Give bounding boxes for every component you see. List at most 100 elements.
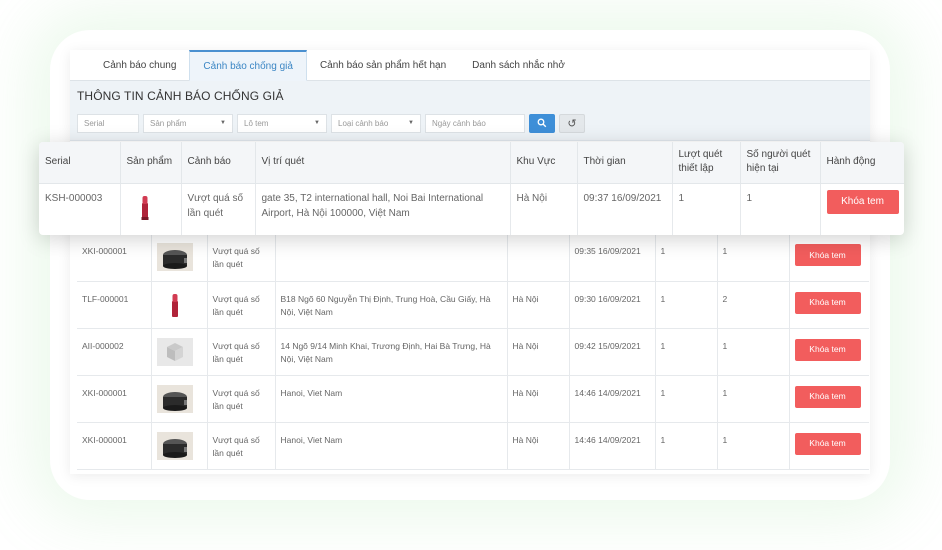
lipstick-icon bbox=[141, 195, 148, 220]
chevron-down-icon: ▼ bbox=[220, 120, 226, 126]
cell-region: Hà Nội bbox=[509, 183, 577, 235]
lock-tag-button[interactable]: Khóa tem bbox=[794, 338, 861, 361]
cell-warning: Vượt quá số lần quét bbox=[206, 375, 275, 423]
refresh-icon: ↺ bbox=[567, 117, 577, 130]
cell-region: Hà Nội bbox=[506, 375, 569, 423]
rice-cooker-icon bbox=[156, 431, 202, 460]
cell-action: Khóa tem bbox=[788, 234, 869, 282]
cell-product bbox=[150, 375, 207, 423]
cell-scanners: 1 bbox=[716, 375, 789, 423]
cell-region: Hà Nội bbox=[506, 422, 569, 470]
col-warning: Cảnh báo bbox=[180, 142, 255, 184]
lock-tag-button[interactable]: Khóa tem bbox=[794, 291, 861, 314]
col-time: Thời gian bbox=[576, 142, 672, 184]
cell-location: B18 Ngõ 60 Nguyễn Thị Định, Trung Hoà, C… bbox=[274, 281, 507, 329]
cell-warning: Vượt quá số lần quét bbox=[180, 183, 255, 235]
cell-warning: Vượt quá số lần quét bbox=[206, 328, 275, 376]
lock-tag-button[interactable]: Khóa tem bbox=[826, 189, 899, 214]
cell-location bbox=[274, 234, 507, 282]
cell-product bbox=[150, 422, 207, 470]
filter-bar: Serial Sản phẩm ▼ Lô tem ▼ Loại cảnh báo… bbox=[70, 111, 870, 135]
cell-action: Khóa tem bbox=[819, 183, 904, 235]
cell-time: 14:46 14/09/2021 bbox=[568, 422, 655, 470]
cell-action: Khóa tem bbox=[788, 422, 869, 470]
col-product: Sản phẩm bbox=[119, 142, 181, 184]
lock-tag-button[interactable]: Khóa tem bbox=[794, 432, 861, 455]
highlighted-row-card: Serial Sản phẩm Cảnh báo Vị trí quét Khu… bbox=[39, 142, 904, 235]
cell-location: Hanoi, Viet Nam bbox=[274, 375, 507, 423]
cell-location: Hanoi, Viet Nam bbox=[274, 422, 507, 470]
table-row: XKI-000001 Vượt quá số lần quét Hanoi, Vie… bbox=[77, 422, 869, 470]
tab-reminders[interactable]: Danh sách nhắc nhở bbox=[459, 50, 578, 81]
rice-cooker-icon bbox=[156, 384, 202, 413]
rice-cooker-icon bbox=[156, 243, 202, 271]
table-row-highlighted: KSH-000003 Vượt quá số lần quét gate 35,… bbox=[39, 183, 904, 235]
tab-general-warning[interactable]: Cảnh báo chung bbox=[90, 50, 189, 81]
table-row: XKI-000001 Vượt quá số lần quét 09:35 16/0… bbox=[77, 234, 869, 282]
cell-scanners: 1 bbox=[716, 422, 789, 470]
tab-bar: Cảnh báo chung Cảnh báo chống giả Cảnh b… bbox=[70, 50, 870, 81]
cell-product bbox=[150, 328, 207, 376]
product-placeholder: Sản phẩm bbox=[150, 118, 187, 128]
box-icon bbox=[156, 337, 202, 366]
chevron-down-icon: ▼ bbox=[314, 120, 320, 126]
table-header: Serial Sản phẩm Cảnh báo Vị trí quét Khu… bbox=[39, 142, 904, 184]
date-placeholder: Ngày cảnh báo bbox=[432, 118, 486, 128]
cell-time: 09:35 16/09/2021 bbox=[568, 234, 655, 282]
cell-product bbox=[150, 234, 207, 282]
cell-scanners: 1 bbox=[739, 183, 820, 235]
cell-location: 14 Ngõ 9/14 Minh Khai, Trương Định, Hai … bbox=[274, 328, 507, 376]
reset-button[interactable]: ↺ bbox=[559, 113, 585, 133]
cell-scan-limit: 1 bbox=[654, 375, 717, 423]
product-select[interactable]: Sản phẩm ▼ bbox=[143, 113, 233, 133]
table-row: XKI-000001 Vượt quá số lần quét Hanoi, Vie… bbox=[77, 375, 869, 423]
cell-time: 14:46 14/09/2021 bbox=[568, 375, 655, 423]
cell-warning: Vượt quá số lần quét bbox=[206, 281, 275, 329]
cell-scan-limit: 1 bbox=[671, 183, 740, 235]
cell-action: Khóa tem bbox=[788, 328, 869, 376]
page-title: THÔNG TIN CẢNH BÁO CHỐNG GIẢ bbox=[77, 89, 284, 103]
lock-tag-button[interactable]: Khóa tem bbox=[794, 385, 861, 408]
cell-scanners: 2 bbox=[716, 281, 789, 329]
col-scanners: Số người quét hiện tại bbox=[739, 142, 820, 184]
warning-type-select[interactable]: Loại cảnh báo ▼ bbox=[331, 113, 421, 133]
cell-time: 09:30 16/09/2021 bbox=[568, 281, 655, 329]
serial-placeholder: Serial bbox=[84, 118, 105, 128]
cell-action: Khóa tem bbox=[788, 375, 869, 423]
cell-scanners: 1 bbox=[716, 328, 789, 376]
table-row: TLF-000001 Vượt quá số lần quét B18 Ngõ 60… bbox=[77, 281, 869, 329]
cell-scan-limit: 1 bbox=[654, 234, 717, 282]
cell-serial: XKI-000001 bbox=[77, 422, 151, 470]
cell-region bbox=[506, 234, 569, 282]
cell-product bbox=[119, 183, 181, 235]
filter-section: THÔNG TIN CẢNH BÁO CHỐNG GIẢ Serial Sản … bbox=[70, 81, 870, 141]
lock-tag-button[interactable]: Khóa tem bbox=[794, 244, 861, 266]
cell-time: 09:42 15/09/2021 bbox=[568, 328, 655, 376]
cell-action: Khóa tem bbox=[788, 281, 869, 329]
cell-serial: TLF-000001 bbox=[77, 281, 151, 329]
cell-time: 09:37 16/09/2021 bbox=[576, 183, 672, 235]
col-location: Vị trí quét bbox=[254, 142, 510, 184]
cell-serial: XKI-000001 bbox=[77, 234, 151, 282]
search-button[interactable] bbox=[529, 113, 555, 133]
cell-product bbox=[150, 281, 207, 329]
cell-warning: Vượt quá số lần quét bbox=[206, 422, 275, 470]
date-input[interactable]: Ngày cảnh báo bbox=[425, 113, 525, 133]
cell-scan-limit: 1 bbox=[654, 328, 717, 376]
cell-warning: Vượt quá số lần quét bbox=[206, 234, 275, 282]
tab-expired-products[interactable]: Cảnh báo sản phẩm hết hạn bbox=[307, 50, 459, 81]
search-icon bbox=[537, 118, 547, 128]
cell-region: Hà Nội bbox=[506, 281, 569, 329]
cell-serial: XKI-000001 bbox=[77, 375, 151, 423]
lipstick-icon bbox=[157, 291, 202, 319]
lot-select[interactable]: Lô tem ▼ bbox=[237, 113, 327, 133]
lot-placeholder: Lô tem bbox=[244, 118, 269, 128]
cell-serial: KSH-000003 bbox=[45, 192, 103, 204]
cell-scan-limit: 1 bbox=[654, 422, 717, 470]
col-scan-limit: Lượt quét thiết lập bbox=[671, 142, 740, 184]
cell-scan-limit: 1 bbox=[654, 281, 717, 329]
cell-location: gate 35, T2 international hall, Noi Bai … bbox=[254, 183, 510, 235]
col-region: Khu Vực bbox=[509, 142, 577, 184]
tab-anti-counterfeit[interactable]: Cảnh báo chống giả bbox=[189, 50, 307, 81]
serial-input[interactable]: Serial bbox=[77, 113, 139, 133]
